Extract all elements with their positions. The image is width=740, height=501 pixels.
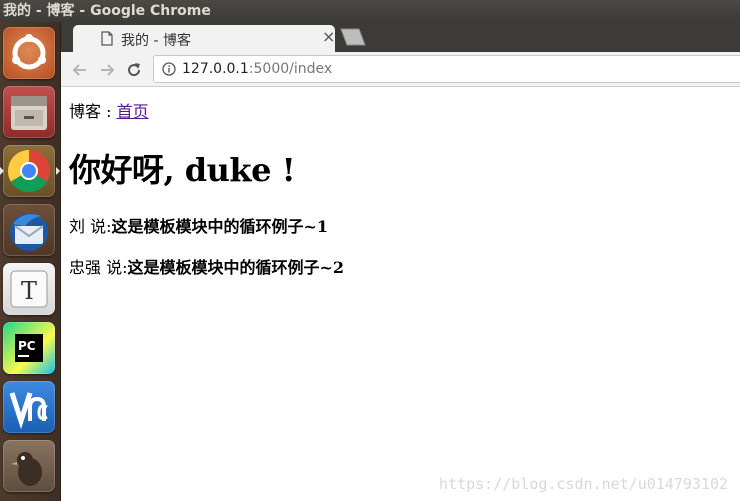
window-title: 我的 - 博客 - Google Chrome <box>0 0 740 22</box>
thunderbird-icon[interactable] <box>3 204 55 256</box>
tab-strip: 我的 - 博客 × <box>61 22 740 52</box>
nav-prefix: 博客 : <box>69 102 117 121</box>
site-nav: 博客 : 首页 <box>69 98 149 122</box>
browser-toolbar: 127.0.0.1:5000/index <box>61 52 740 87</box>
page-title: 你好呀, duke ! <box>69 151 296 189</box>
gimp-icon[interactable] <box>3 440 55 492</box>
page-icon <box>101 31 113 46</box>
post-body: 这是模板模块中的循环例子~2 <box>127 258 345 277</box>
post-body: 这是模板模块中的循环例子~1 <box>111 217 329 236</box>
post-author: 刘 说: <box>69 217 112 236</box>
tab-active[interactable]: 我的 - 博客 × <box>73 25 335 52</box>
address-bar[interactable]: 127.0.0.1:5000/index <box>153 55 740 83</box>
post-item: 忠强 说:这是模板模块中的循环例子~2 <box>69 254 344 278</box>
post-author: 忠强 说: <box>69 258 128 277</box>
url-text: 127.0.0.1:5000/index <box>182 61 333 77</box>
files-icon[interactable] <box>3 86 55 138</box>
svg-text:PC: PC <box>18 339 36 353</box>
tab-title: 我的 - 博客 <box>121 33 191 49</box>
pycharm-icon[interactable]: PC <box>3 322 55 374</box>
vnc-icon[interactable] <box>3 381 55 433</box>
tab-close-icon[interactable]: × <box>322 28 335 46</box>
new-tab-button[interactable] <box>337 28 367 46</box>
svg-text:T: T <box>21 277 37 305</box>
forward-icon[interactable] <box>98 61 116 79</box>
text-editor-icon[interactable]: T <box>3 263 55 315</box>
back-icon[interactable] <box>71 61 89 79</box>
reload-icon[interactable] <box>125 61 143 79</box>
info-icon[interactable] <box>162 62 176 76</box>
running-indicator <box>0 167 4 175</box>
active-indicator <box>56 167 60 175</box>
chrome-icon[interactable] <box>3 145 55 197</box>
post-item: 刘 说:这是模板模块中的循环例子~1 <box>69 213 328 237</box>
ubuntu-dash-icon[interactable] <box>3 27 55 79</box>
unity-launcher: T PC <box>0 22 61 501</box>
page-content: 博客 : 首页 你好呀, duke ! 刘 说:这是模板模块中的循环例子~1 忠… <box>61 88 740 501</box>
watermark: https://blog.csdn.net/u014793102 <box>439 475 728 493</box>
home-link[interactable]: 首页 <box>117 102 149 121</box>
